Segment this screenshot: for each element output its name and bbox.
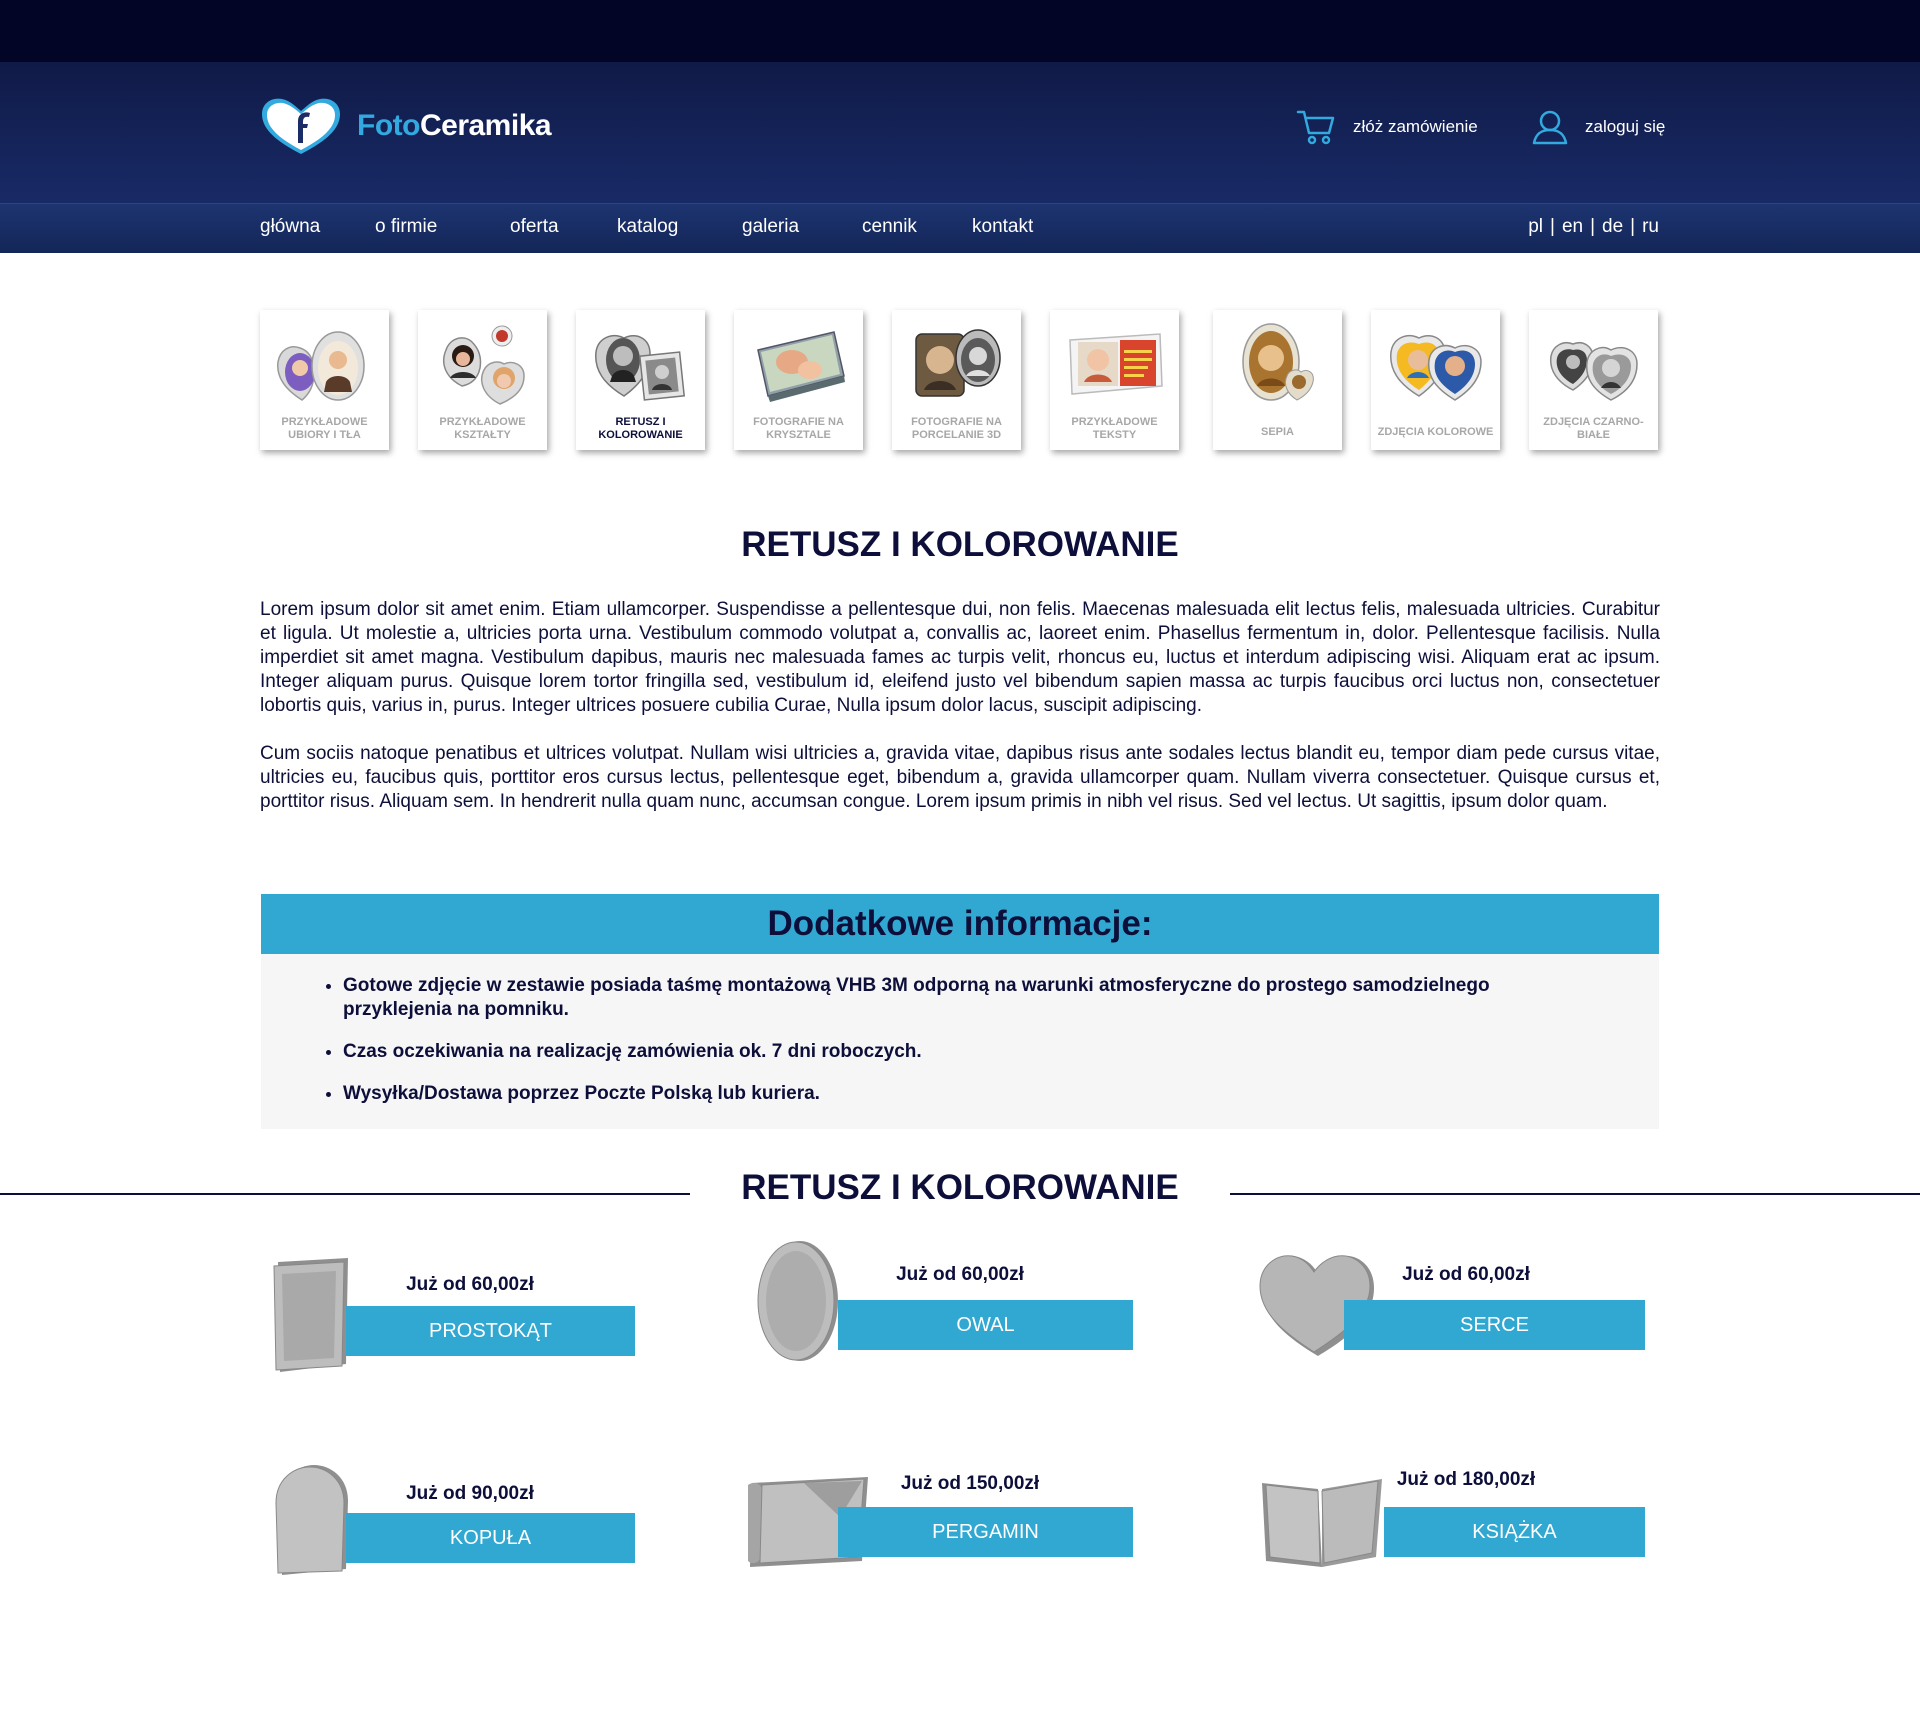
logo-heart-icon xyxy=(262,98,340,154)
thumb-caption: PRZYKŁADOWE TEKSTY xyxy=(1071,416,1158,441)
user-icon xyxy=(1532,110,1568,145)
page-title: RETUSZ I KOLOROWANIE xyxy=(741,525,1179,564)
lang-en[interactable]: en xyxy=(1562,216,1583,238)
nav-item-kontakt[interactable]: kontakt xyxy=(972,216,1033,238)
thumb-teksty[interactable]: PRZYKŁADOWE TEKSTY xyxy=(1050,310,1179,450)
lang-separator: | xyxy=(1590,216,1596,237)
logo-text-ceramika: Ceramika xyxy=(419,109,552,142)
section-divider-left xyxy=(0,1193,690,1195)
product-pergamin[interactable]: Już od 150,00zł PERGAMIN xyxy=(740,1455,1160,1595)
thumb-sepia[interactable]: SEPIA xyxy=(1213,310,1342,450)
order-label: złóż zamówienie xyxy=(1353,117,1478,136)
product-price: Już od 90,00zł xyxy=(406,1483,534,1504)
thumb-caption: ZDJĘCIA KOLOROWE xyxy=(1377,426,1494,438)
product-price: Już od 60,00zł xyxy=(1402,1264,1530,1285)
products-title: RETUSZ I KOLOROWANIE xyxy=(741,1168,1179,1207)
top-strip xyxy=(0,0,1920,62)
info-list-item: Gotowe zdjęcie w zestawie posiada taśmę … xyxy=(343,974,1573,1022)
product-button[interactable]: KOPUŁA xyxy=(346,1513,635,1563)
thumb-porcelana[interactable]: FOTOGRAFIE NA PORCELANIE 3D xyxy=(892,310,1021,450)
product-price: Już od 180,00zł xyxy=(1396,1469,1536,1490)
thumb-caption: FOTOGRAFIE NA PORCELANIE 3D xyxy=(911,416,1002,441)
nav-item-glowna[interactable]: główna xyxy=(260,216,320,238)
info-heading: Dodatkowe informacje: xyxy=(261,894,1659,954)
thumb-caption: SEPIA xyxy=(1260,426,1294,438)
thumb-image-retusz xyxy=(595,334,686,401)
nav-item-o-firmie[interactable]: o firmie xyxy=(375,216,437,238)
product-button[interactable]: SERCE xyxy=(1344,1300,1645,1350)
product-owal[interactable]: Już od 60,00zł OWAL xyxy=(750,1238,1170,1378)
product-button[interactable]: KSIĄŻKA xyxy=(1384,1507,1645,1557)
content-paragraph-2: Cum sociis natoque penatibus et ultrices… xyxy=(260,743,1660,812)
login-link[interactable]: zaloguj się xyxy=(1532,109,1665,145)
thumb-krysztal[interactable]: FOTOGRAFIE NA KRYSZTALE xyxy=(734,310,863,450)
info-box: Gotowe zdjęcie w zestawie posiada taśmę … xyxy=(261,954,1659,1129)
thumb-image-kolorowe xyxy=(1390,334,1482,401)
logo-text: FotoCeramika xyxy=(357,109,552,143)
language-switcher: pl | en | de | ru xyxy=(1528,216,1659,238)
product-button[interactable]: OWAL xyxy=(838,1300,1133,1350)
lang-separator: | xyxy=(1630,216,1636,237)
logo-text-foto: Foto xyxy=(357,109,420,142)
product-kopula[interactable]: Już od 90,00zł KOPUŁA xyxy=(260,1455,680,1595)
thumb-caption: FOTOGRAFIE NA KRYSZTALE xyxy=(753,416,844,441)
product-ksiazka[interactable]: Już od 180,00zł KSIĄŻKA xyxy=(1256,1455,1676,1595)
thumb-ksztalty[interactable]: PRZYKŁADOWE KSZTAŁTY xyxy=(418,310,547,450)
order-link[interactable]: złóż zamówienie xyxy=(1296,109,1478,145)
category-thumbnails: PRZYKŁADOWE UBIORY I TŁA PRZYKŁADOWE KSZ… xyxy=(260,310,1660,452)
product-price: Już od 150,00zł xyxy=(900,1473,1040,1494)
lang-pl[interactable]: pl xyxy=(1528,216,1543,238)
product-price: Już od 60,00zł xyxy=(406,1274,534,1295)
main-nav: główna o firmie oferta katalog galeria c… xyxy=(0,203,1920,253)
thumb-caption: ZDJĘCIA CZARNO-BIAŁE xyxy=(1543,416,1644,441)
thumb-image-porcelana xyxy=(915,329,1001,397)
product-button[interactable]: PERGAMIN xyxy=(838,1507,1133,1557)
lang-separator: | xyxy=(1550,216,1555,237)
lang-ru[interactable]: ru xyxy=(1642,216,1659,238)
nav-item-oferta[interactable]: oferta xyxy=(510,216,559,238)
product-serce[interactable]: Już od 60,00zł SERCE xyxy=(1256,1248,1676,1388)
section-divider-right xyxy=(1230,1193,1920,1195)
info-list-item: Czas oczekiwania na realizację zamówieni… xyxy=(343,1040,1573,1064)
oval-plaque-icon xyxy=(757,1241,838,1361)
info-list: Gotowe zdjęcie w zestawie posiada taśmę … xyxy=(261,954,1573,1106)
nav-item-cennik[interactable]: cennik xyxy=(862,216,917,238)
thumb-caption: RETUSZ I KOLOROWANIE xyxy=(598,416,683,441)
content-paragraph-1: Lorem ipsum dolor sit amet enim. Etiam u… xyxy=(260,599,1660,716)
nav-item-katalog[interactable]: katalog xyxy=(617,216,678,238)
thumb-caption: PRZYKŁADOWE UBIORY I TŁA xyxy=(281,416,368,441)
thumb-czarno-biale[interactable]: ZDJĘCIA CZARNO-BIAŁE xyxy=(1529,310,1658,450)
thumb-image-sepia xyxy=(1242,323,1314,401)
product-price: Już od 60,00zł xyxy=(896,1264,1024,1285)
product-prostokat[interactable]: Już od 60,00zł PROSTOKĄT xyxy=(260,1248,680,1388)
thumb-image-krysztal xyxy=(757,331,845,402)
thumb-image-teksty xyxy=(1069,333,1163,395)
dome-plaque-icon xyxy=(275,1465,348,1575)
cart-icon xyxy=(1296,110,1335,145)
thumb-caption: PRZYKŁADOWE KSZTAŁTY xyxy=(439,416,526,441)
logo[interactable]: FotoCeramika xyxy=(260,97,552,155)
header: FotoCeramika złóż zamówienie zaloguj się xyxy=(0,62,1920,203)
nav-item-galeria[interactable]: galeria xyxy=(742,216,799,238)
thumb-ubiory[interactable]: PRZYKŁADOWE UBIORY I TŁA xyxy=(260,310,389,450)
thumb-image-ksztalty xyxy=(442,325,525,405)
thumb-retusz[interactable]: RETUSZ I KOLOROWANIE xyxy=(576,310,705,450)
login-label: zaloguj się xyxy=(1585,117,1666,136)
info-list-item: Wysyłka/Dostawa poprzez Poczte Polską lu… xyxy=(343,1082,1573,1106)
lang-de[interactable]: de xyxy=(1602,216,1623,238)
product-button[interactable]: PROSTOKĄT xyxy=(346,1306,635,1356)
thumb-kolorowe[interactable]: ZDJĘCIA KOLOROWE xyxy=(1371,310,1500,450)
thumb-image-ubiory xyxy=(277,331,365,401)
thumb-image-czarno-biale xyxy=(1549,342,1638,401)
